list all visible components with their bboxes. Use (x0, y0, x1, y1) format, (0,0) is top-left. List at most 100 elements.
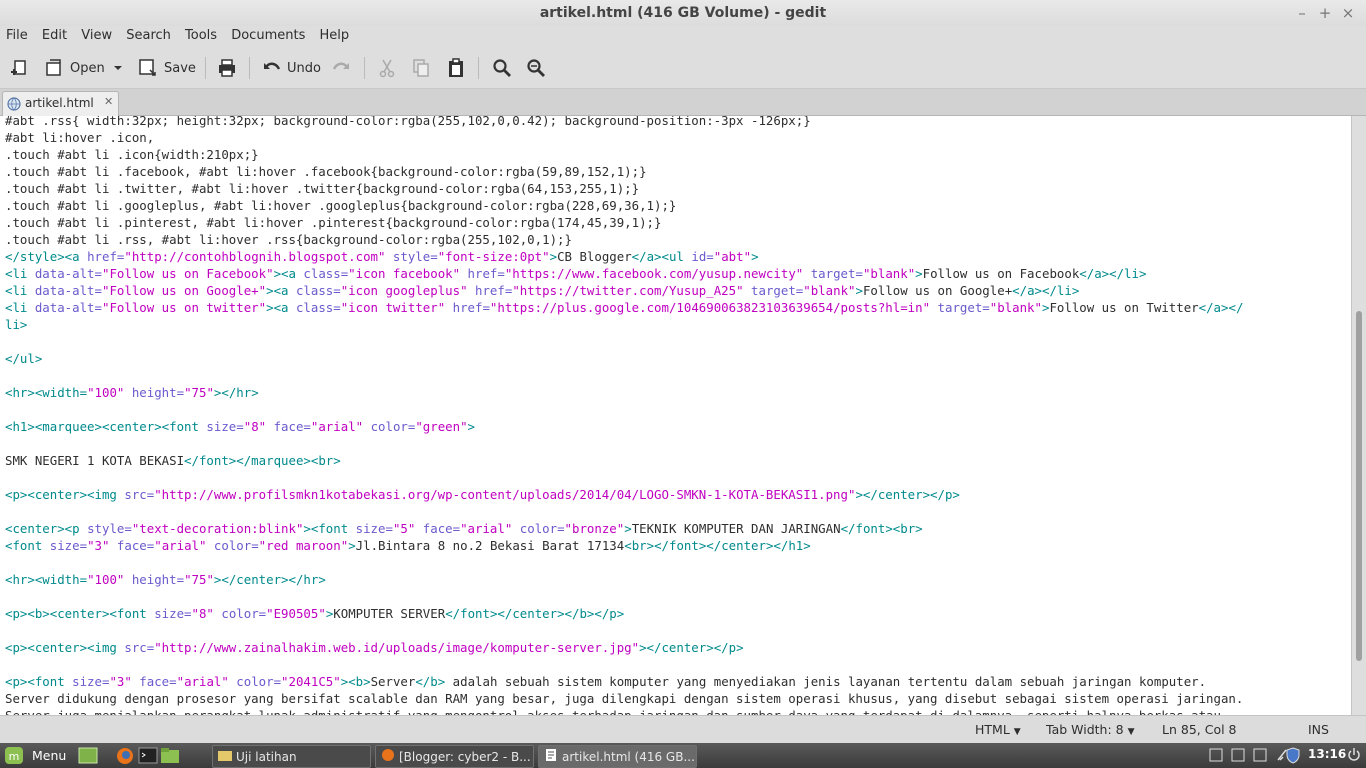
code-token: class= (295, 300, 341, 315)
clock[interactable]: 13:16 (1308, 747, 1346, 761)
code-token: </a></li> (1079, 266, 1147, 281)
code-token: SMK NEGERI 1 KOTA BEKASI (5, 453, 185, 468)
minimize-icon[interactable]: – (1292, 0, 1312, 26)
code-token: > (855, 283, 863, 298)
tab-close-icon[interactable]: ✕ (104, 95, 113, 108)
code-token: face= (266, 419, 311, 434)
code-token: style= (385, 249, 438, 264)
code-token: > (549, 249, 558, 264)
code-line: <p><center><img src="http://www.profilsm… (5, 486, 1243, 503)
new-button[interactable] (9, 54, 29, 82)
code-token: ></center></p> (855, 487, 960, 502)
code-token: </a><ul (631, 249, 692, 264)
code-line: .touch #abt li .googleplus, #abt li:hove… (5, 197, 1243, 214)
terminal-icon[interactable] (138, 746, 158, 768)
code-token: "5" (392, 521, 416, 536)
menu-search[interactable]: Search (122, 26, 175, 46)
code-token: ><a (266, 283, 296, 298)
code-line: </ul> (5, 350, 1243, 367)
code-token: "3" (109, 674, 132, 689)
code-token: "Follow us on Facebook" (101, 266, 274, 281)
close-icon[interactable]: × (1338, 0, 1358, 26)
code-line: #abt li:hover .icon, (5, 129, 1243, 146)
code-token: Server (370, 674, 416, 689)
open-recent-dropdown[interactable] (112, 54, 124, 82)
save-button[interactable]: Save (138, 54, 196, 82)
code-token: Jl.Bintara 8 no.2 Bekasi Barat 17134 (355, 538, 625, 553)
code-token: face= (415, 521, 461, 536)
code-token: height= (124, 572, 185, 587)
menu-file[interactable]: File (2, 26, 32, 46)
code-token: src= (124, 487, 155, 502)
text-editor[interactable]: #abt .rss{ width:32px; height:32px; back… (0, 116, 1351, 715)
code-token: href= (460, 266, 505, 281)
code-token: <p><font (5, 674, 73, 689)
html-file-icon (7, 97, 21, 111)
code-token: "icon googleplus" (340, 283, 468, 298)
search-replace-icon (527, 59, 545, 77)
code-token: size= (355, 521, 393, 536)
file-manager-icon[interactable] (160, 746, 180, 768)
task-blogger[interactable]: [Blogger: cyber2 - B... (375, 745, 534, 768)
maximize-icon[interactable]: + (1315, 0, 1335, 26)
code-token: target= (803, 266, 863, 281)
undo-icon (264, 62, 281, 70)
redo-button[interactable] (332, 54, 350, 82)
code-token: "abt" (713, 249, 752, 264)
tab-artikel-html[interactable]: artikel.html ✕ (2, 91, 119, 116)
code-line: <center><p style="text-decoration:blink"… (5, 520, 1243, 537)
new-document-icon (11, 60, 26, 75)
find-button[interactable] (492, 54, 512, 82)
tab-width-selector[interactable]: Tab Width: 8 ▼ (1046, 722, 1135, 737)
menu-tools[interactable]: Tools (181, 26, 221, 46)
code-token: data-alt= (34, 266, 102, 281)
open-icon (46, 59, 61, 76)
language-selector[interactable]: HTML ▼ (975, 722, 1021, 737)
code-token: "100" (87, 385, 125, 400)
menu-documents[interactable]: Documents (227, 26, 309, 46)
vertical-scrollbar[interactable] (1351, 116, 1366, 715)
code-line: .touch #abt li .rss, #abt li:hover .rss{… (5, 231, 1243, 248)
title-bar: artikel.html (416 GB Volume) - gedit – +… (0, 0, 1366, 26)
open-button[interactable]: Open (44, 54, 105, 82)
copy-icon (413, 59, 429, 77)
code-line: li> (5, 316, 1243, 333)
cut-button[interactable] (377, 54, 397, 82)
firefox-icon[interactable] (115, 746, 135, 768)
code-token: <p><b><center><font (5, 606, 155, 621)
scrollbar-thumb[interactable] (1356, 311, 1362, 661)
code-token: Server juga menjalankan perangkat lunak … (5, 708, 1221, 715)
code-token: "75" (184, 572, 214, 587)
code-token: </font></center></b></p> (445, 606, 625, 621)
task-gedit[interactable]: artikel.html (416 GB... (538, 745, 697, 768)
code-token: href= (87, 249, 125, 264)
code-token: "https://www.facebook.com/yusup.newcity" (504, 266, 804, 281)
shield-icon[interactable] (1285, 747, 1301, 767)
code-token: </ul> (5, 351, 43, 366)
code-line: <h1><marquee><center><font size="8" face… (5, 418, 1243, 435)
menu-view[interactable]: View (77, 26, 116, 46)
start-menu-button[interactable]: m Menu (4, 746, 66, 765)
copy-button[interactable] (411, 54, 431, 82)
menu-help[interactable]: Help (315, 26, 353, 46)
menu-edit[interactable]: Edit (38, 26, 71, 46)
cursor-position: Ln 85, Col 8 (1162, 722, 1237, 737)
undo-button[interactable]: Undo (263, 54, 321, 82)
find-replace-button[interactable] (526, 54, 546, 82)
show-desktop-icon[interactable] (78, 746, 98, 768)
code-token: .touch #abt li .icon{width:210px;} (5, 147, 259, 162)
code-token: <hr><width= (5, 572, 88, 587)
task-uji-latihan[interactable]: Uji latihan (212, 745, 371, 768)
paste-button[interactable] (446, 54, 466, 82)
code-token: height= (124, 385, 185, 400)
print-button[interactable] (217, 54, 237, 82)
code-token: "icon facebook" (348, 266, 461, 281)
save-icon (139, 59, 156, 76)
power-icon[interactable] (1347, 747, 1361, 766)
code-token: id= (691, 249, 714, 264)
code-line: <li data-alt="Follow us on Google+"><a c… (5, 282, 1243, 299)
code-token: li> (5, 317, 28, 332)
